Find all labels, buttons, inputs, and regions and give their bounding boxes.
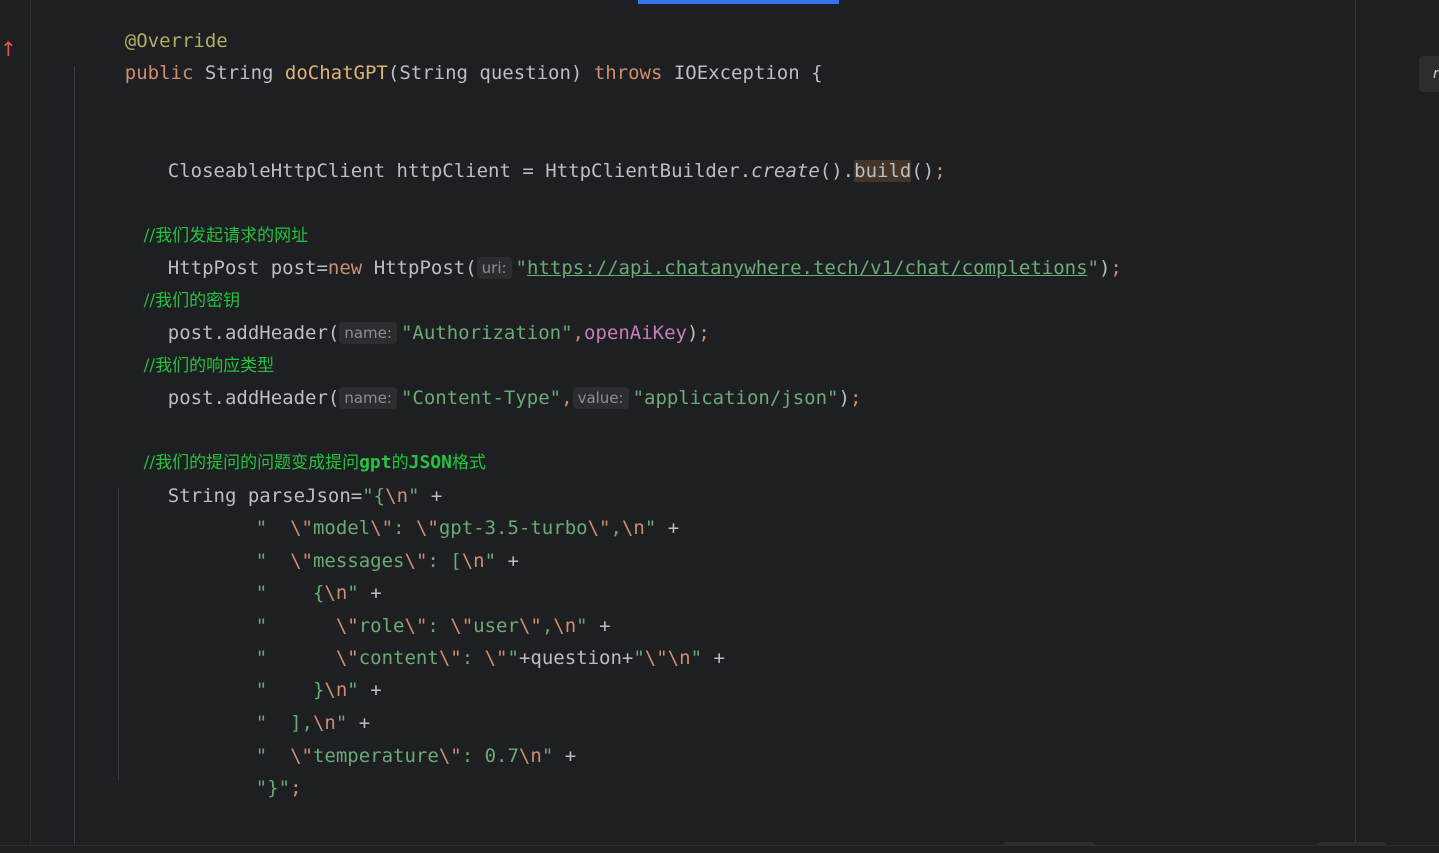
escape-sequence: \" bbox=[587, 517, 611, 539]
code-line[interactable]: "}"; bbox=[210, 752, 302, 799]
keyword: new bbox=[327, 257, 363, 279]
editor-gutter[interactable]: ↑ bbox=[0, 0, 30, 853]
code-text: IOException { bbox=[662, 62, 823, 84]
escape-sequence: \" bbox=[644, 647, 668, 669]
right-margin-guide bbox=[1355, 0, 1356, 853]
static-method: create bbox=[751, 160, 820, 182]
code-text: +question+ bbox=[518, 647, 634, 669]
string-literal: "application/json" bbox=[632, 387, 839, 409]
escape-sequence: \n bbox=[518, 745, 542, 767]
parameter-hint: uri: bbox=[476, 257, 512, 279]
gutter-separator bbox=[30, 0, 31, 853]
string-literal: " bbox=[507, 647, 519, 669]
string-literal: " bbox=[484, 550, 497, 572]
semicolon: ; bbox=[290, 777, 302, 799]
field-reference: openAiKey bbox=[584, 322, 687, 344]
code-line[interactable]: post.addHeader(name: "Authorization",open… bbox=[122, 297, 710, 344]
code-comment[interactable]: //我们的密钥 bbox=[122, 265, 240, 311]
code-line[interactable]: post.addHeader(name: "Content-Type", value… bbox=[122, 362, 861, 409]
code-editor[interactable]: ↑ r @Override public String doChatGPT(St… bbox=[0, 0, 1439, 853]
code-text: + bbox=[496, 550, 519, 572]
escape-sequence: \n bbox=[461, 550, 485, 572]
code-text: + bbox=[656, 517, 680, 539]
code-line[interactable]: " \"messages\": [\n" + bbox=[210, 525, 519, 572]
parameter-hint: name: bbox=[339, 322, 397, 344]
string-literal: " bbox=[515, 257, 527, 279]
code-line[interactable]: String parseJson="{\n" + bbox=[122, 460, 443, 507]
code-line[interactable]: " \"content\": \""+question+"\"\n" + bbox=[210, 622, 725, 669]
code-text: (). bbox=[819, 160, 855, 182]
string-literal: : bbox=[461, 647, 485, 669]
code-text: ) bbox=[1098, 257, 1111, 279]
string-literal: temperature bbox=[312, 745, 439, 767]
code-line[interactable]: public String doChatGPT(String question)… bbox=[79, 37, 823, 84]
escape-sequence: \" bbox=[484, 647, 508, 669]
semicolon: ; bbox=[1110, 257, 1122, 279]
escape-sequence: \n bbox=[667, 647, 691, 669]
active-tab-indicator bbox=[638, 0, 839, 4]
method-name: doChatGPT bbox=[284, 62, 388, 84]
code-text: CloseableHttpClient httpClient = HttpCli… bbox=[167, 160, 752, 182]
escape-sequence: \" bbox=[404, 550, 428, 572]
string-literal: , bbox=[610, 517, 622, 539]
string-literal: " bbox=[541, 745, 554, 767]
code-line[interactable]: StringEntity stringEntity=new StringEnti… bbox=[122, 817, 1439, 853]
code-line[interactable]: HttpPost post=new HttpPost(uri: "https://… bbox=[122, 232, 1122, 279]
code-text: (String question) bbox=[387, 62, 594, 84]
code-text: HttpPost( bbox=[362, 257, 477, 279]
string-literal: " bbox=[690, 647, 703, 669]
code-line[interactable]: " \"model\": \"gpt-3.5-turbo\",\n" + bbox=[210, 492, 679, 539]
code-line[interactable]: " \"role\": \"user\",\n" + bbox=[210, 590, 611, 637]
escape-sequence: \n bbox=[621, 517, 645, 539]
code-line[interactable]: CloseableHttpClient httpClient = HttpCli… bbox=[122, 135, 946, 182]
code-text: post.addHeader( bbox=[167, 387, 340, 409]
semicolon: ; bbox=[849, 387, 862, 409]
keyword: public bbox=[124, 62, 194, 84]
comment-text: 格式 bbox=[451, 453, 486, 473]
string-literal: " bbox=[1087, 257, 1099, 279]
reader-mode-toggle[interactable]: r bbox=[1419, 56, 1439, 92]
string-literal: : [ bbox=[427, 550, 462, 572]
code-line[interactable]: " ],\n" + bbox=[210, 687, 370, 734]
string-literal: "Authorization" bbox=[400, 322, 573, 344]
override-arrow-icon[interactable]: ↑ bbox=[0, 37, 17, 61]
escape-sequence: \" bbox=[438, 647, 462, 669]
comma: , bbox=[561, 387, 573, 409]
keyword: throws bbox=[593, 62, 663, 84]
highlighted-method: build bbox=[854, 160, 912, 182]
semicolon: ; bbox=[698, 322, 710, 344]
code-text: String bbox=[193, 62, 285, 84]
code-text: + bbox=[702, 647, 725, 669]
indent-guide bbox=[74, 66, 75, 853]
string-literal: "Content-Type" bbox=[400, 387, 562, 409]
code-comment[interactable]: //我们的提问的问题变成提问gpt的JSON格式 bbox=[122, 427, 486, 473]
parameter-hint: name: bbox=[339, 387, 397, 409]
code-line[interactable]: " {\n" + bbox=[210, 557, 382, 604]
code-text: () bbox=[911, 160, 935, 182]
semicolon: ; bbox=[934, 160, 946, 182]
code-comment[interactable]: //我们发起请求的网址 bbox=[122, 200, 308, 246]
code-text: ) bbox=[838, 387, 850, 409]
comma: , bbox=[572, 322, 584, 344]
string-literal: "}" bbox=[255, 777, 291, 799]
string-literal: " bbox=[644, 517, 657, 539]
code-text: + bbox=[553, 745, 577, 767]
url-link[interactable]: https://api.chatanywhere.tech/v1/chat/co… bbox=[527, 257, 1088, 279]
escape-sequence: \" bbox=[438, 745, 462, 767]
code-line[interactable]: " \"temperature\": 0.7\n" + bbox=[210, 720, 576, 767]
indent-guide bbox=[118, 488, 119, 780]
parameter-hint: value: bbox=[572, 387, 629, 409]
horizontal-scrollbar[interactable] bbox=[0, 845, 1439, 853]
string-literal: " bbox=[633, 647, 645, 669]
string-literal: : 0.7 bbox=[461, 745, 519, 767]
code-line[interactable]: @Override bbox=[79, 5, 228, 52]
code-line[interactable]: " }\n" + bbox=[210, 654, 382, 701]
code-comment[interactable]: //我们的响应类型 bbox=[122, 330, 274, 376]
code-text: ) bbox=[686, 322, 699, 344]
